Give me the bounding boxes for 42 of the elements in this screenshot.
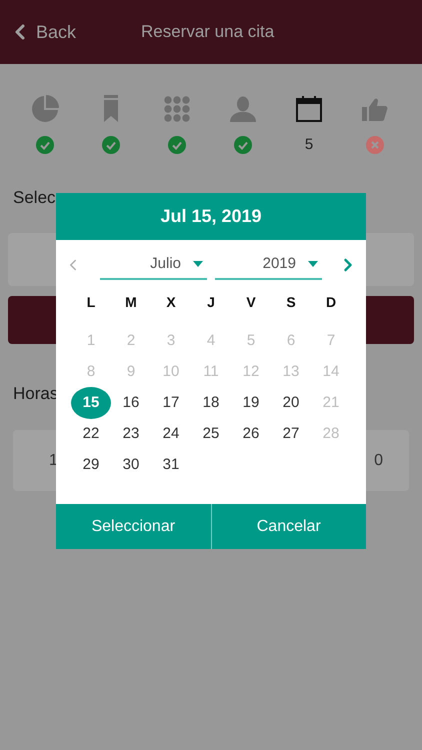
weekday-label: S: [285, 293, 297, 312]
section-label: Horas: [13, 384, 58, 403]
day-button[interactable]: 15: [71, 387, 111, 419]
hour-text: 1: [49, 450, 58, 470]
day-button[interactable]: 25: [202, 422, 220, 446]
day-button[interactable]: 26: [242, 422, 260, 446]
person-icon: [230, 96, 256, 122]
day-button[interactable]: 16: [122, 392, 140, 414]
section-label: Selec: [13, 188, 56, 207]
day-button[interactable]: 18: [202, 392, 220, 414]
day-button[interactable]: 19: [242, 392, 260, 414]
weekday-label: V: [245, 293, 257, 312]
day-button[interactable]: 17: [162, 392, 180, 414]
back-button[interactable]: Back: [0, 18, 76, 46]
dialog-button[interactable]: Seleccionar: [56, 504, 212, 549]
day-button[interactable]: 20: [282, 392, 300, 414]
day-button[interactable]: 27: [282, 422, 300, 446]
day-button[interactable]: 23: [122, 422, 140, 446]
year-dropdown[interactable]: 2019: [215, 250, 322, 280]
dialog-button[interactable]: Cancelar: [212, 504, 366, 549]
dialog-title: Jul 15, 2019: [160, 205, 262, 228]
hour-text: 0: [374, 450, 383, 470]
caret-icon: [308, 261, 318, 267]
step-number: 5: [304, 136, 314, 154]
weekday-label: D: [324, 293, 338, 312]
caret-icon: [193, 261, 203, 267]
weekday-label: L: [86, 293, 96, 312]
day-button[interactable]: 22: [82, 422, 100, 446]
pie-chart-icon: [30, 94, 60, 124]
weekday-label: J: [206, 293, 216, 312]
page-title: Reservar una cita: [141, 21, 274, 44]
weekday-label: X: [165, 293, 177, 312]
weekday-label: M: [124, 293, 138, 312]
grid-icon: [164, 96, 190, 122]
day-button[interactable]: 29: [82, 454, 100, 476]
month-dropdown[interactable]: Julio: [100, 250, 207, 280]
day-button[interactable]: 30: [122, 454, 140, 476]
thumbs-up-icon: [362, 96, 388, 122]
day-button[interactable]: 24: [162, 422, 180, 446]
calendar-icon: [296, 96, 322, 122]
bookmark-icon: [104, 95, 118, 123]
day-button[interactable]: 31: [162, 454, 180, 476]
